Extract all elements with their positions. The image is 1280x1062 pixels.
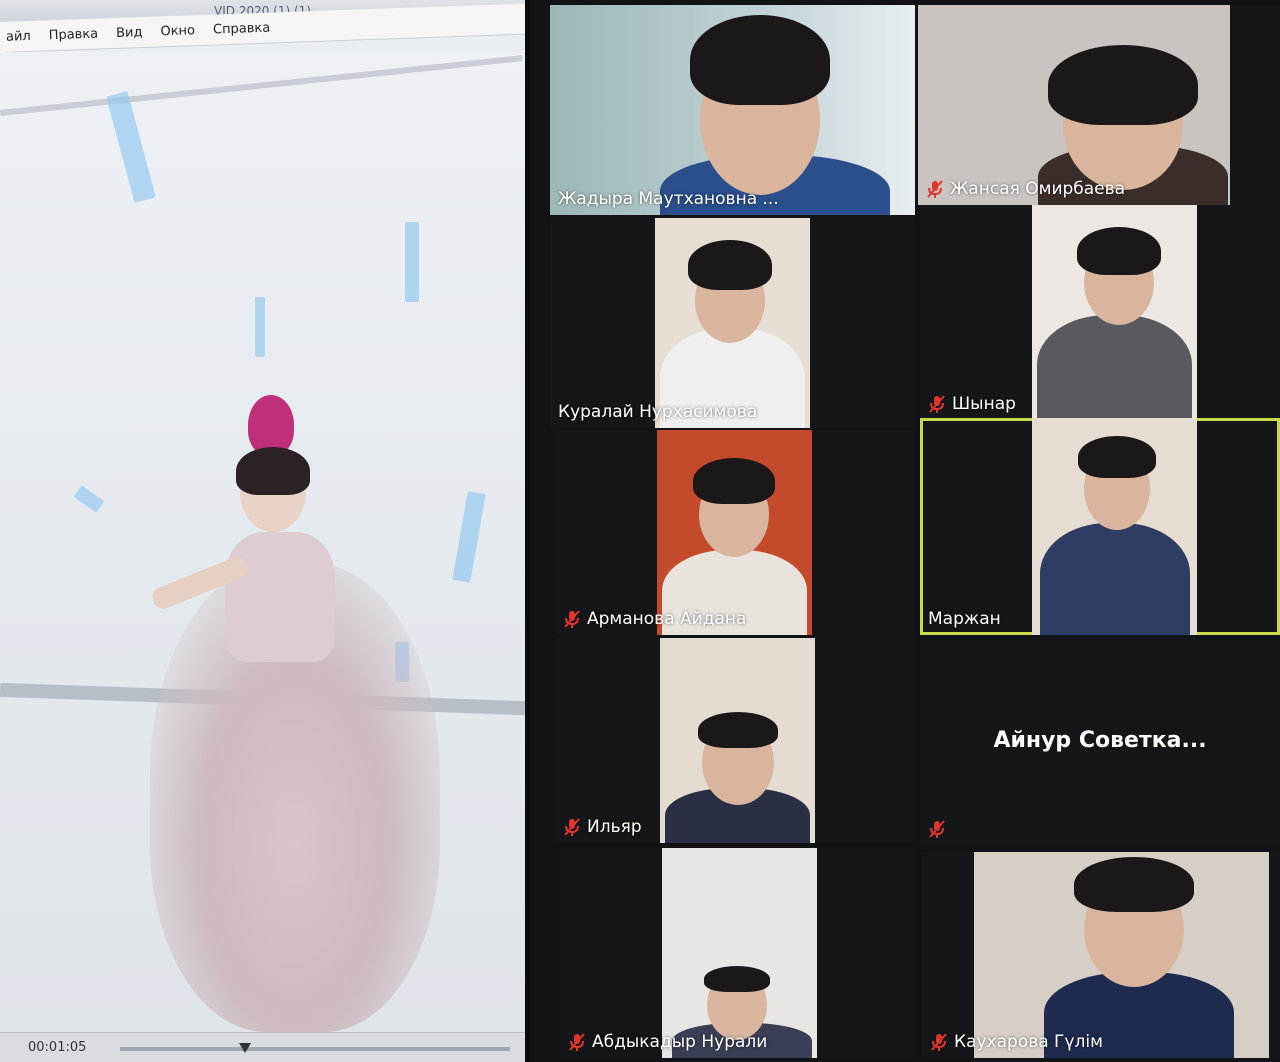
- playback-time: 00:01:05: [28, 1040, 87, 1055]
- person-hair: [693, 458, 775, 504]
- participant-tile[interactable]: Шынар: [920, 205, 1280, 420]
- confetti: [452, 491, 486, 583]
- participant-tile[interactable]: Ильяр: [555, 638, 915, 843]
- menu-file[interactable]: айл: [6, 28, 31, 44]
- participant-name: Куралай Нурхасимова: [558, 402, 758, 422]
- person-hair: [1077, 227, 1161, 275]
- menu-view[interactable]: Вид: [116, 25, 143, 41]
- player-status-bar: 00:01:05: [0, 1032, 525, 1062]
- participant-name: Жансая Омирбаева: [926, 179, 1125, 199]
- mic-muted-icon: [930, 1032, 948, 1052]
- participant-name: Шынар: [928, 394, 1016, 414]
- participant-video: [1032, 205, 1197, 420]
- person-hair: [1078, 436, 1156, 478]
- confetti: [106, 91, 156, 203]
- participant-tile[interactable]: Жадыра Маутхановна ...: [550, 5, 915, 215]
- participant-video: [974, 852, 1269, 1058]
- person-hair: [690, 15, 830, 105]
- participant-tile[interactable]: Айнур Советка...: [920, 640, 1280, 845]
- meeting-gallery: Жадыра Маутхановна ... Жансая Омирбаева …: [530, 0, 1280, 1062]
- performer-torso: [225, 532, 335, 662]
- mic-muted-icon: [568, 1032, 586, 1052]
- seek-bar[interactable]: [120, 1047, 510, 1051]
- person-hair: [688, 240, 772, 290]
- participant-video: [657, 430, 812, 635]
- media-player-window: VID 2020 (1) (1) айл Правка Вид Окно Спр…: [0, 0, 525, 1062]
- participant-name: [928, 819, 946, 839]
- video-frame[interactable]: [0, 52, 525, 1032]
- person-hair: [1048, 45, 1198, 125]
- participant-tile[interactable]: Куралай Нурхасимова: [550, 218, 915, 428]
- participant-video: [655, 218, 810, 428]
- confetti: [255, 297, 265, 357]
- person-body: [1037, 315, 1192, 420]
- person-hair: [1074, 857, 1194, 912]
- participant-tile[interactable]: Каухарова Гүлім: [922, 852, 1280, 1058]
- mic-muted-icon: [563, 609, 581, 629]
- menu-window[interactable]: Окно: [160, 23, 195, 39]
- menu-edit[interactable]: Правка: [48, 26, 98, 43]
- mic-muted-icon: [563, 817, 581, 837]
- participant-video: [662, 848, 817, 1058]
- mic-muted-icon: [928, 394, 946, 414]
- seek-handle[interactable]: [238, 1043, 251, 1053]
- person-hair: [698, 712, 778, 748]
- person-hair: [704, 966, 770, 992]
- participant-name-large: Айнур Советка...: [993, 728, 1207, 753]
- participant-video: [1032, 418, 1197, 635]
- mic-muted-icon: [928, 819, 946, 839]
- participant-video: [918, 5, 1230, 205]
- performer-hair: [236, 447, 310, 495]
- person-body: [1040, 523, 1190, 635]
- participant-tile[interactable]: Абдыкадыр Нурали: [560, 848, 915, 1058]
- participant-tile[interactable]: Арманова Айдана: [555, 430, 915, 635]
- participant-tile-active[interactable]: Маржан: [920, 418, 1280, 635]
- ceiling-line: [0, 55, 523, 116]
- participant-name: Каухарова Гүлім: [930, 1032, 1103, 1052]
- participant-name: Арманова Айдана: [563, 609, 746, 629]
- participant-tile[interactable]: Жансая Омирбаева: [918, 5, 1280, 205]
- mic-muted-icon: [926, 179, 944, 199]
- performer-headdress: [248, 395, 294, 455]
- participant-name: Маржан: [928, 609, 1001, 629]
- confetti: [405, 222, 419, 302]
- participant-video: [660, 638, 815, 843]
- confetti: [73, 485, 105, 513]
- participant-name: Абдыкадыр Нурали: [568, 1032, 767, 1052]
- participant-name: Ильяр: [563, 817, 642, 837]
- menu-help[interactable]: Справка: [213, 20, 271, 37]
- participant-video: [550, 5, 915, 215]
- participant-name: Жадыра Маутхановна ...: [558, 189, 779, 209]
